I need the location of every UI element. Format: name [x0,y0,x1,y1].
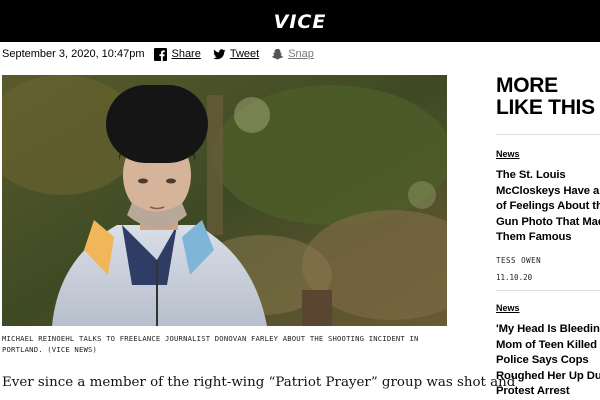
headline-line: Protest Arrest [496,385,570,397]
related-article-card[interactable]: News The St. Louis McCloskeys Have a L o… [496,149,600,282]
headline-line: McCloskeys Have a L [496,184,600,197]
divider [496,134,600,135]
caption-line-2: PORTLAND. (VICE NEWS) [2,345,98,354]
headline-line: 'My Head Is Bleeding [496,323,600,335]
headline-line: Them Famous [496,231,572,243]
photo-caption: MICHAEL REINOEHL TALKS TO FREELANCE JOUR… [2,333,447,355]
facebook-share-button[interactable]: Share [154,47,201,61]
headline-line: The St. Louis [496,169,566,181]
headline-line: Police Says Cops [496,354,589,366]
twitter-share-label: Tweet [229,48,260,60]
article-lead-paragraph: Ever since a member of the right-wing “P… [2,375,516,390]
headline-line: Gun Photo That Mad [496,215,600,228]
more-like-this-heading: MORE LIKE THIS [496,75,600,119]
headline-line: Roughed Her Up Dur [496,369,600,382]
heading-line-2: LIKE THIS [496,96,595,119]
more-like-this-sidebar: MORE LIKE THIS News The St. Louis McClos… [496,75,600,400]
facebook-share-label: Share [171,48,201,60]
vice-logo[interactable]: VICE [0,11,600,33]
site-header: VICE [0,0,600,42]
divider [496,290,600,291]
author-name[interactable]: TESS OWEN [496,256,600,265]
snapchat-share-label: Snap [288,48,314,60]
related-article-headline[interactable]: The St. Louis McCloskeys Have a L of Fee… [496,168,600,246]
headline-line: Mom of Teen Killed b [496,338,600,351]
article-byline: September 3, 2020, 10:47pm Share Tweet S… [2,47,326,61]
category-label[interactable]: News [496,149,600,159]
related-article-card[interactable]: News 'My Head Is Bleeding Mom of Teen Ki… [496,303,600,400]
snapchat-share-button[interactable]: Snap [271,48,314,61]
related-article-headline[interactable]: 'My Head Is Bleeding Mom of Teen Killed … [496,322,600,400]
publish-date: September 3, 2020, 10:47pm [2,48,145,60]
twitter-share-button[interactable]: Tweet [213,48,259,61]
article-hero-photo [2,75,447,326]
category-label[interactable]: News [496,303,600,313]
caption-line-1: MICHAEL REINOEHL TALKS TO FREELANCE JOUR… [2,334,419,343]
heading-line-1: MORE [496,75,558,97]
twitter-icon [213,48,226,61]
snapchat-icon [271,48,284,61]
article-date: 11.10.20 [496,272,533,282]
facebook-icon [154,47,168,61]
headline-line: of Feelings About the [496,200,600,212]
